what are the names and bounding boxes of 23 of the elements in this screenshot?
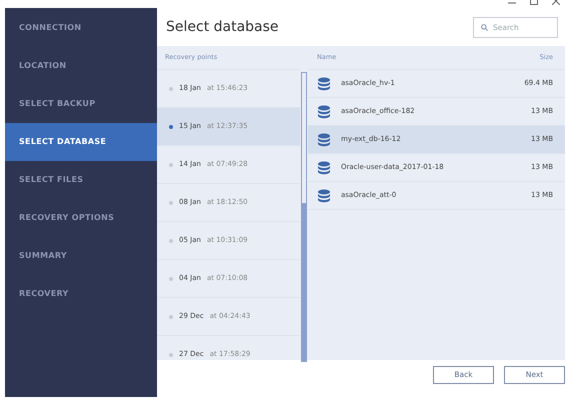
radio-dot [169, 200, 173, 204]
radio-dot [169, 86, 173, 90]
radio-dot [169, 314, 173, 318]
sidebar-item[interactable]: LOCATION [5, 47, 157, 85]
page-title: Select database [166, 18, 279, 36]
database-icon [317, 160, 331, 174]
database-icon [317, 104, 331, 118]
radio-dot [169, 238, 173, 242]
radio-dot [169, 162, 173, 166]
sidebar-item[interactable]: SELECT BACKUP [5, 85, 157, 123]
radio-dot [169, 352, 173, 356]
sidebar-item[interactable]: CONNECTION [5, 8, 157, 47]
sidebar-item[interactable]: RECOVERY [5, 275, 157, 313]
radio-dot [169, 124, 173, 128]
sidebar-item[interactable]: SUMMARY [5, 237, 157, 275]
sidebar-item[interactable]: RECOVERY OPTIONS [5, 199, 157, 237]
sidebar-item[interactable]: SELECT DATABASE [5, 123, 157, 161]
database-icon [317, 132, 331, 146]
database-icon [317, 188, 331, 202]
database-icon [317, 76, 331, 90]
sidebar-item[interactable]: SELECT FILES [5, 161, 157, 199]
radio-dot [169, 276, 173, 280]
scrollbar[interactable] [301, 72, 307, 362]
